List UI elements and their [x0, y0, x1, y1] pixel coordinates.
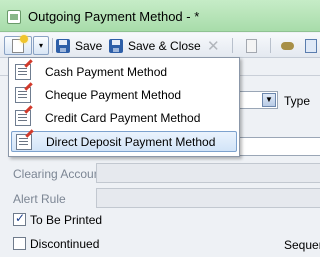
sequence-label: Sequen [284, 238, 320, 252]
new-payment-method-menu: Cash Payment Method Cheque Payment Metho… [8, 57, 240, 157]
to-be-printed-label: To Be Printed [30, 213, 103, 227]
app-window-icon [7, 10, 21, 24]
new-button[interactable] [4, 34, 32, 55]
toolbar: ▾ Save Save & Close ✕ [0, 33, 320, 58]
payment-method-icon [16, 133, 32, 150]
chevron-down-icon: ▼ [262, 93, 276, 107]
discontinued-checkbox[interactable] [13, 237, 26, 250]
close-icon: ✕ [207, 37, 220, 55]
type-label: Type [284, 94, 311, 108]
clearing-account-field[interactable] [96, 163, 320, 183]
save-icon [56, 38, 70, 53]
new-document-icon [12, 34, 28, 53]
menu-item-direct-deposit-payment-method[interactable]: Direct Deposit Payment Method [11, 131, 237, 152]
window-title: Outgoing Payment Method - * [28, 9, 200, 24]
title-bar: Outgoing Payment Method - * [0, 0, 320, 32]
more-button[interactable] [305, 36, 317, 55]
menu-item-label: Cash Payment Method [45, 64, 168, 79]
alert-rule-field[interactable] [96, 188, 320, 208]
payment-method-icon [15, 86, 31, 103]
menu-item-credit-card-payment-method[interactable]: Credit Card Payment Method [11, 107, 237, 128]
menu-item-cheque-payment-method[interactable]: Cheque Payment Method [11, 84, 237, 105]
menu-item-label: Cheque Payment Method [45, 87, 182, 102]
discontinued-label: Discontinued [30, 237, 100, 251]
save-close-button[interactable]: Save & Close [109, 36, 201, 55]
key-button[interactable] [281, 36, 294, 55]
toolbar-separator [52, 38, 53, 53]
menu-item-label: Direct Deposit Payment Method [46, 134, 216, 149]
payment-method-icon [15, 63, 31, 80]
save-button-label: Save [75, 38, 103, 53]
new-dropdown-button[interactable]: ▾ [33, 36, 49, 55]
key-icon [281, 41, 294, 50]
delete-button[interactable]: ✕ [207, 36, 220, 55]
document-button[interactable] [246, 36, 257, 55]
menu-item-cash-payment-method[interactable]: Cash Payment Method [11, 61, 237, 82]
window-icon [305, 38, 317, 53]
document-icon [246, 38, 257, 53]
payment-method-icon [15, 109, 31, 126]
toolbar-separator [270, 38, 271, 53]
save-button[interactable]: Save [56, 36, 102, 55]
menu-item-label: Credit Card Payment Method [45, 110, 201, 125]
save-close-icon [109, 38, 123, 53]
toolbar-separator [232, 38, 233, 53]
alert-rule-label: Alert Rule [13, 192, 66, 206]
clearing-account-label: Clearing Account [13, 167, 104, 181]
to-be-printed-checkbox[interactable] [13, 211, 26, 226]
save-close-button-label: Save & Close [128, 38, 201, 53]
chevron-down-icon: ▾ [38, 41, 43, 50]
type-dropdown[interactable]: ▼ [236, 91, 278, 109]
